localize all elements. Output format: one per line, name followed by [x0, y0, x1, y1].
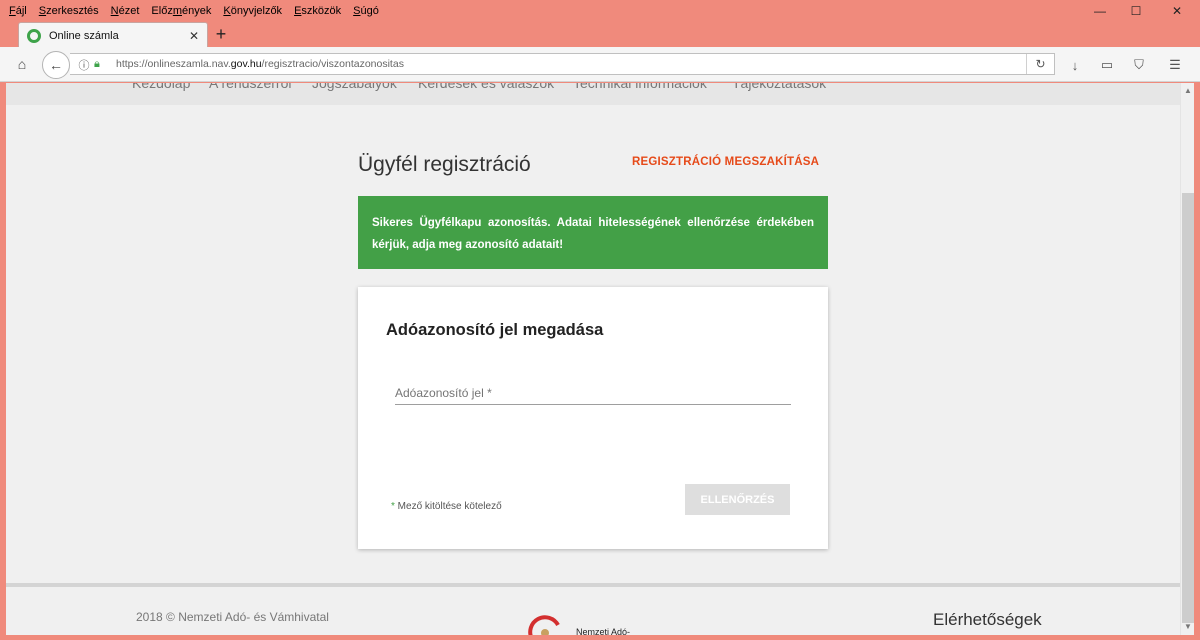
tax-id-card: Adóazonosító jel megadása * Mező kitölté…	[358, 287, 828, 549]
lock-icon[interactable]: 🔒︎	[94, 58, 108, 71]
card-title: Adóazonosító jel megadása	[386, 321, 604, 339]
back-icon[interactable]: ←	[42, 51, 70, 79]
menu-tools[interactable]: Eszközök	[293, 5, 342, 17]
home-icon[interactable]: ⌂	[10, 52, 34, 76]
address-bar[interactable]: ⓘ 🔒︎ https://onlineszamla.nav.gov.hu/reg…	[70, 53, 1055, 75]
new-tab-button[interactable]: +	[211, 24, 231, 44]
check-button[interactable]: ELLENŐRZÉS	[685, 484, 790, 515]
nav-link-tech-info[interactable]: Technikai információk	[573, 83, 707, 91]
success-alert: Sikeres Ügyfélkapu azonosítás. Adatai hi…	[358, 196, 828, 269]
footer-contacts-heading[interactable]: Elérhetőségek	[933, 610, 1042, 630]
reader-view-icon[interactable]: ▭	[1097, 55, 1117, 75]
footer-copyright: 2018 © Nemzeti Adó- és Vámhivatal	[136, 610, 329, 624]
scrollbar-thumb[interactable]	[1182, 193, 1194, 623]
download-icon[interactable]: ↓	[1065, 55, 1085, 75]
nav-link-home[interactable]: Kezdőlap	[132, 83, 190, 91]
tax-id-field	[395, 382, 791, 405]
browser-window: Fájl Szerkesztés Nézet Előzmények Könyvj…	[0, 0, 1200, 640]
footer: 2018 © Nemzeti Adó- és Vámhivatal Nemzet…	[6, 587, 1180, 635]
nav-link-notices[interactable]: Tájékoztatások	[732, 83, 826, 91]
menu-history[interactable]: Előzmények	[150, 5, 212, 17]
required-note: * Mező kitöltése kötelező	[391, 501, 502, 512]
nav-logo-icon	[528, 615, 560, 635]
shield-icon[interactable]: ⛉	[1129, 55, 1149, 75]
menu-bookmarks[interactable]: Könyvjelzők	[222, 5, 283, 17]
hamburger-menu-icon[interactable]: ☰	[1165, 55, 1185, 75]
page-title: Ügyfél regisztráció	[358, 153, 531, 176]
menu-bar: Fájl Szerkesztés Nézet Előzmények Könyvj…	[0, 0, 1200, 21]
scroll-down-icon[interactable]: ▼	[1181, 619, 1195, 635]
url-text[interactable]: https://onlineszamla.nav.gov.hu/regisztr…	[116, 58, 404, 70]
page-viewport: Kezdőlap A rendszerről Jogszabályok Kérd…	[6, 83, 1180, 635]
maximize-icon[interactable]: ☐	[1118, 0, 1154, 21]
tab-strip: Online számla ✕ +	[0, 22, 1200, 48]
minimize-icon[interactable]: —	[1082, 0, 1118, 21]
site-top-nav: Kezdőlap A rendszerről Jogszabályok Kérd…	[6, 83, 1180, 105]
nav-link-laws[interactable]: Jogszabályok	[312, 83, 397, 91]
menu-help[interactable]: Súgó	[352, 5, 380, 17]
vertical-scrollbar[interactable]: ▲ ▼	[1180, 83, 1194, 635]
scroll-up-icon[interactable]: ▲	[1181, 83, 1195, 99]
tab-title: Online számla	[49, 29, 119, 42]
navigation-toolbar: ⌂ ← ⓘ 🔒︎ https://onlineszamla.nav.gov.hu…	[0, 47, 1200, 82]
window-controls: — ☐ ✕	[1082, 0, 1200, 21]
site-favicon-icon	[27, 28, 41, 43]
close-window-icon[interactable]: ✕	[1154, 0, 1200, 21]
menu-edit[interactable]: Szerkesztés	[38, 5, 100, 17]
nav-link-about[interactable]: A rendszerről	[209, 83, 291, 91]
cancel-registration-link[interactable]: REGISZTRÁCIÓ MEGSZAKÍTÁSA	[632, 156, 819, 168]
menu-view[interactable]: Nézet	[110, 5, 141, 17]
nav-link-faq[interactable]: Kérdések és válaszok	[418, 83, 554, 91]
tax-id-input[interactable]	[395, 382, 791, 404]
reload-icon[interactable]: ↻	[1026, 54, 1054, 74]
tab-close-icon[interactable]: ✕	[189, 29, 199, 43]
tab-online-szamla[interactable]: Online számla ✕	[18, 22, 208, 48]
info-icon[interactable]: ⓘ	[76, 57, 92, 72]
menu-file[interactable]: Fájl	[8, 5, 28, 17]
footer-logo-text: Nemzeti Adó-	[576, 627, 631, 635]
